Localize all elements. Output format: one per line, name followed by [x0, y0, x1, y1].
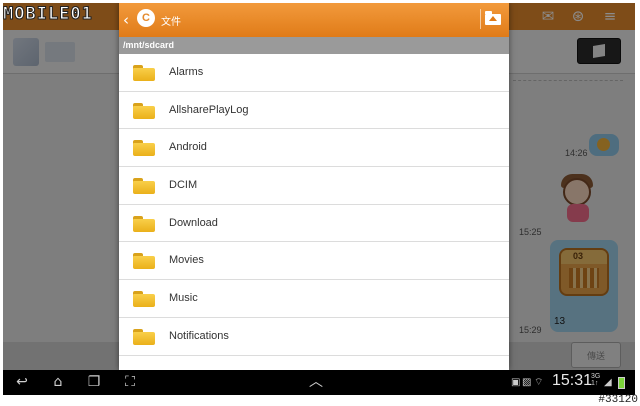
folder-list: Alarms AllsharePlayLog Android DCIM Down…: [119, 54, 509, 370]
folder-icon: [133, 253, 155, 270]
back-chevron-icon[interactable]: ‹: [123, 11, 135, 29]
folder-name: Download: [169, 216, 218, 229]
folder-item[interactable]: Android: [119, 129, 509, 168]
folder-icon: [133, 178, 155, 195]
current-path: /mnt/sdcard: [119, 37, 509, 54]
recent-apps-icon[interactable]: ❐: [83, 373, 105, 391]
folder-item[interactable]: Notifications: [119, 318, 509, 356]
watermark-logo: MOBILE01: [3, 3, 123, 25]
battery-icon: [618, 377, 625, 389]
expand-up-icon[interactable]: ︿: [305, 373, 327, 391]
file-chooser-dialog: ‹ C 文件 /mnt/sdcard Alarms AllsharePlayLo…: [119, 3, 509, 370]
image-icon: ▨: [522, 377, 532, 388]
dialog-header: ‹ C 文件: [119, 3, 509, 37]
divider: [480, 9, 481, 29]
watermark-brand: MOBILE01: [3, 4, 93, 25]
folder-name: Movies: [169, 254, 204, 267]
folder-icon: [133, 65, 155, 81]
folder-name: DCIM: [169, 179, 198, 192]
folder-icon: [133, 291, 155, 308]
back-icon[interactable]: ↩: [11, 373, 33, 391]
folder-icon: [133, 140, 155, 157]
folder-item[interactable]: DCIM: [119, 167, 509, 205]
folder-name: Notifications: [169, 329, 229, 342]
watermark-id: #33120: [598, 394, 638, 406]
folder-name: AllsharePlayLog: [169, 103, 249, 116]
signal-icon: ◢: [604, 377, 612, 388]
folder-name: Music: [169, 292, 198, 305]
folder-item[interactable]: Movies: [119, 242, 509, 281]
upload-folder-icon[interactable]: [485, 11, 503, 27]
network-label: 3G: [591, 373, 601, 380]
dialog-title: 文件: [161, 17, 181, 28]
screen: ✉ ⊛ ≡ 14:26 15:25 03 13 15:29 傳送 ‹ C 文件 …: [3, 3, 635, 395]
wifi-icon: ⌔: [534, 377, 544, 388]
network-type: 3G 1↑: [591, 373, 600, 387]
system-bar: ↩ ⌂ ❐ ⛶ ︿ ▣ ▨ ⌔ 15:31 3G 1↑ ◢: [3, 370, 635, 395]
notification-icon: ▣: [511, 377, 521, 388]
home-icon[interactable]: ⌂: [47, 373, 69, 391]
network-activity: 1↑: [591, 380, 599, 387]
folder-name: Alarms: [169, 66, 204, 78]
clock: 15:31: [552, 372, 593, 389]
folder-icon: [133, 102, 155, 119]
app-logo-icon[interactable]: C: [137, 9, 155, 27]
folder-item[interactable]: Download: [119, 205, 509, 243]
screenshot-icon[interactable]: ⛶: [119, 373, 141, 391]
folder-item[interactable]: AllsharePlayLog: [119, 92, 509, 130]
folder-item[interactable]: Alarms: [119, 54, 509, 92]
folder-icon: [133, 215, 155, 232]
folder-item[interactable]: Music: [119, 280, 509, 318]
folder-name: Android: [169, 141, 207, 154]
folder-icon: [133, 328, 155, 345]
